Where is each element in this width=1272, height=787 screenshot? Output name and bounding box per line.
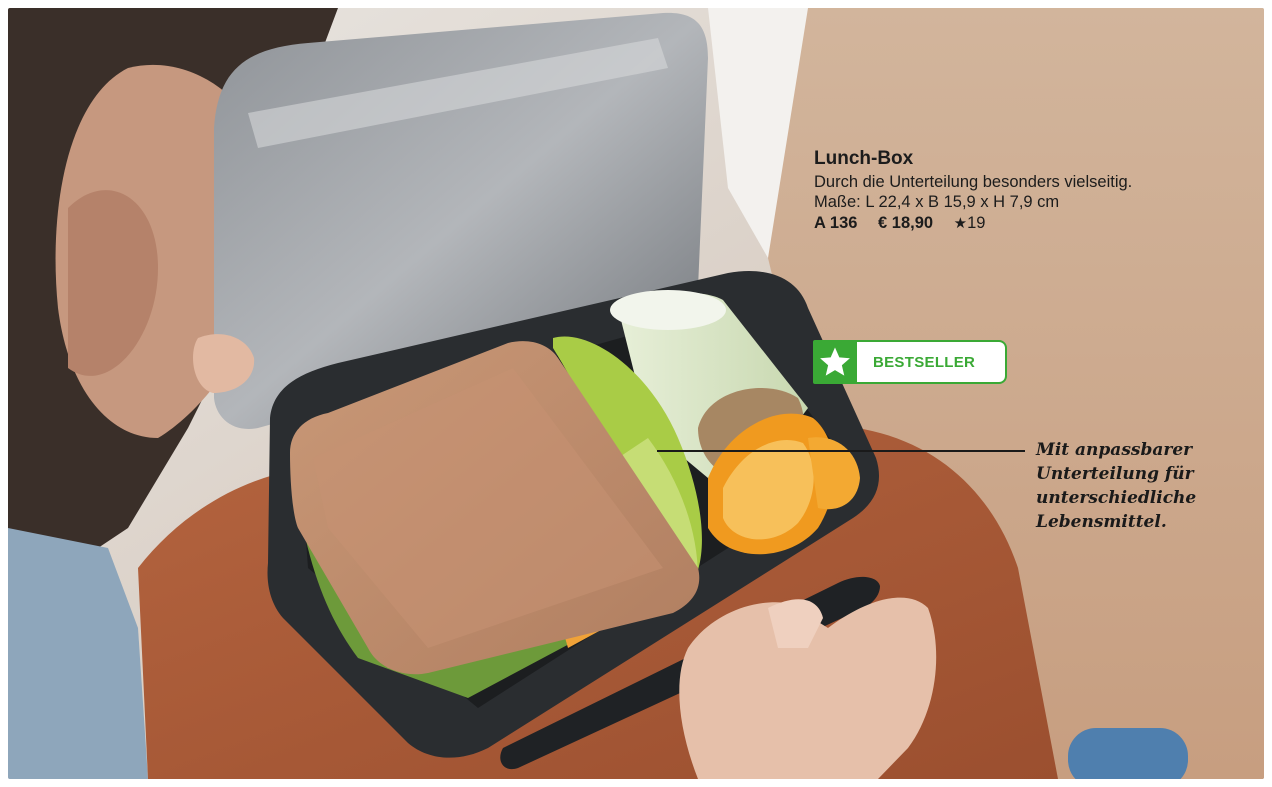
callout-line-1: Mit anpassbarer bbox=[1036, 440, 1193, 460]
callout-line-2: Unterteilung für bbox=[1036, 464, 1194, 484]
points-star-icon: ★ bbox=[953, 215, 968, 232]
article-code: A 136 bbox=[814, 214, 858, 232]
bestseller-label: BESTSELLER bbox=[857, 340, 1007, 384]
product-description: Durch die Unterteilung besonders vielsei… bbox=[814, 173, 1133, 191]
product-dimensions: Maße: L 22,4 x B 15,9 x H 7,9 cm bbox=[814, 193, 1060, 211]
callout-line bbox=[657, 450, 1025, 452]
product-info: Lunch-Box Durch die Unterteilung besonde… bbox=[814, 148, 1174, 235]
star-icon bbox=[813, 340, 857, 384]
callout-text: Mit anpassbarer Unterteilung für untersc… bbox=[1036, 438, 1236, 534]
product-price: € 18,90 bbox=[878, 214, 934, 232]
product-photo bbox=[8, 8, 1264, 779]
callout-line-3: unterschiedliche bbox=[1036, 488, 1197, 508]
points-value: 19 bbox=[967, 214, 986, 232]
product-title: Lunch-Box bbox=[814, 148, 914, 169]
product-price-line: A 136 € 18,90 ★19 bbox=[814, 212, 1174, 235]
bestseller-badge: BESTSELLER bbox=[813, 340, 1007, 384]
callout-line-4: Lebensmittel. bbox=[1036, 512, 1167, 532]
